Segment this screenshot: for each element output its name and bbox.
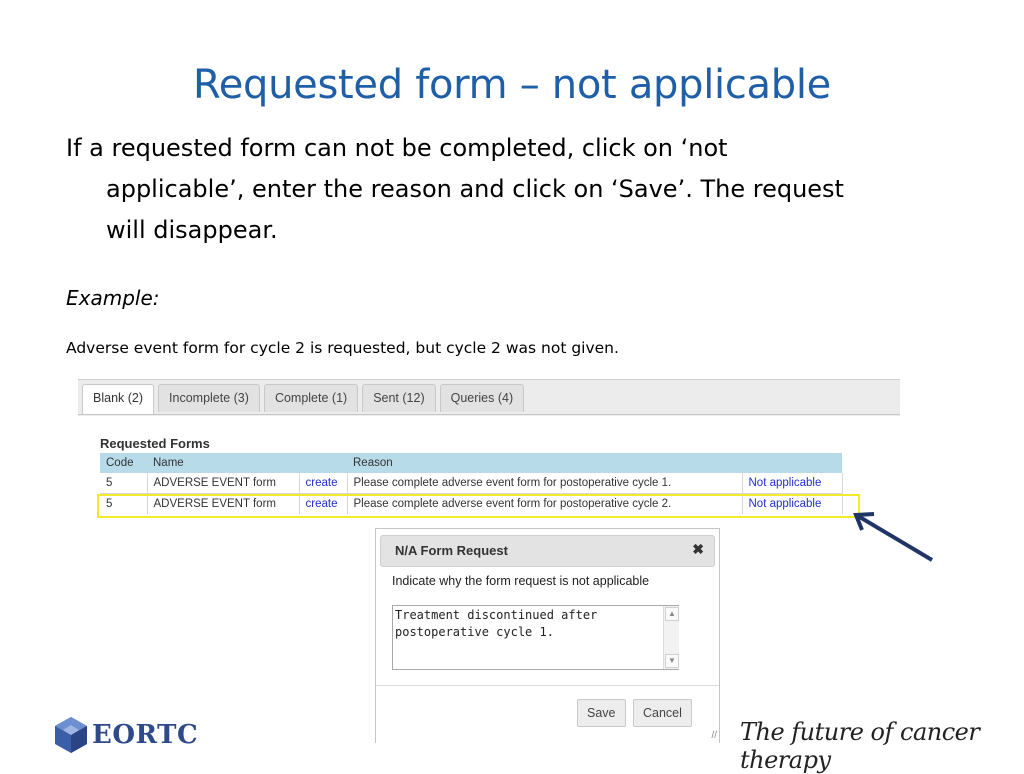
cell-action: create (299, 473, 348, 494)
form-tabs-bar: Blank (2) Incomplete (3) Complete (1) Se… (78, 379, 900, 416)
tab-divider (78, 414, 900, 415)
example-description: Adverse event form for cycle 2 is reques… (66, 339, 619, 357)
close-icon[interactable]: ✖ (692, 541, 704, 558)
cell-code: 5 (100, 473, 148, 494)
slide-title: Requested form – not applicable (193, 62, 831, 108)
eortc-logo: EORTC (54, 716, 198, 754)
requested-forms-heading: Requested Forms (100, 436, 210, 451)
cancel-button[interactable]: Cancel (633, 699, 692, 727)
reason-textarea[interactable]: Treatment discontinued after postoperati… (392, 605, 679, 670)
cell-name: ADVERSE EVENT form (147, 473, 300, 494)
column-header-link (742, 453, 842, 473)
pointer-arrow-icon (853, 512, 934, 562)
tab-sent[interactable]: Sent (12) (362, 384, 436, 412)
table-header-row: Code Name Reason (100, 453, 842, 473)
instruction-line: If a requested form can not be completed… (66, 134, 728, 162)
scroll-up-icon[interactable]: ▲ (665, 607, 679, 621)
instruction-line: applicable’, enter the reason and click … (106, 175, 844, 203)
dialog-divider (376, 685, 719, 686)
instruction-line: will disappear. (106, 216, 278, 244)
create-link[interactable]: create (306, 477, 338, 489)
logo-text: EORTC (92, 720, 199, 750)
not-applicable-link[interactable]: Not applicable (749, 477, 822, 489)
column-header-name: Name (147, 453, 299, 473)
dialog-prompt: Indicate why the form request is not app… (392, 574, 650, 588)
cell-reason: Please complete adverse event form for p… (347, 473, 743, 494)
scroll-down-icon[interactable]: ▼ (665, 654, 679, 668)
tab-blank[interactable]: Blank (2) (82, 384, 155, 415)
textarea-scrollbar[interactable]: ▲ ▼ (663, 606, 679, 669)
instruction-text: If a requested form can not be completed… (66, 128, 956, 251)
tagline: The future of cancer therapy (740, 718, 980, 774)
eortc-logo-icon (55, 717, 87, 753)
dialog-header: N/A Form Request ✖ (380, 535, 715, 567)
example-label: Example: (66, 286, 160, 310)
na-form-request-dialog: N/A Form Request ✖ Indicate why the form… (375, 528, 720, 743)
column-header-code: Code (100, 453, 147, 473)
tab-queries[interactable]: Queries (4) (439, 384, 525, 412)
cell-link: Not applicable (742, 473, 843, 494)
tab-incomplete[interactable]: Incomplete (3) (158, 384, 260, 412)
column-header-action (299, 453, 347, 473)
table-row: 5 ADVERSE EVENT form create Please compl… (100, 473, 843, 494)
save-button[interactable]: Save (577, 699, 626, 727)
dialog-title: N/A Form Request (395, 543, 508, 558)
column-header-reason: Reason (347, 453, 742, 473)
tab-complete[interactable]: Complete (1) (263, 384, 359, 412)
row-highlight-box (97, 494, 860, 518)
resize-grip-icon[interactable]: // (711, 730, 717, 741)
